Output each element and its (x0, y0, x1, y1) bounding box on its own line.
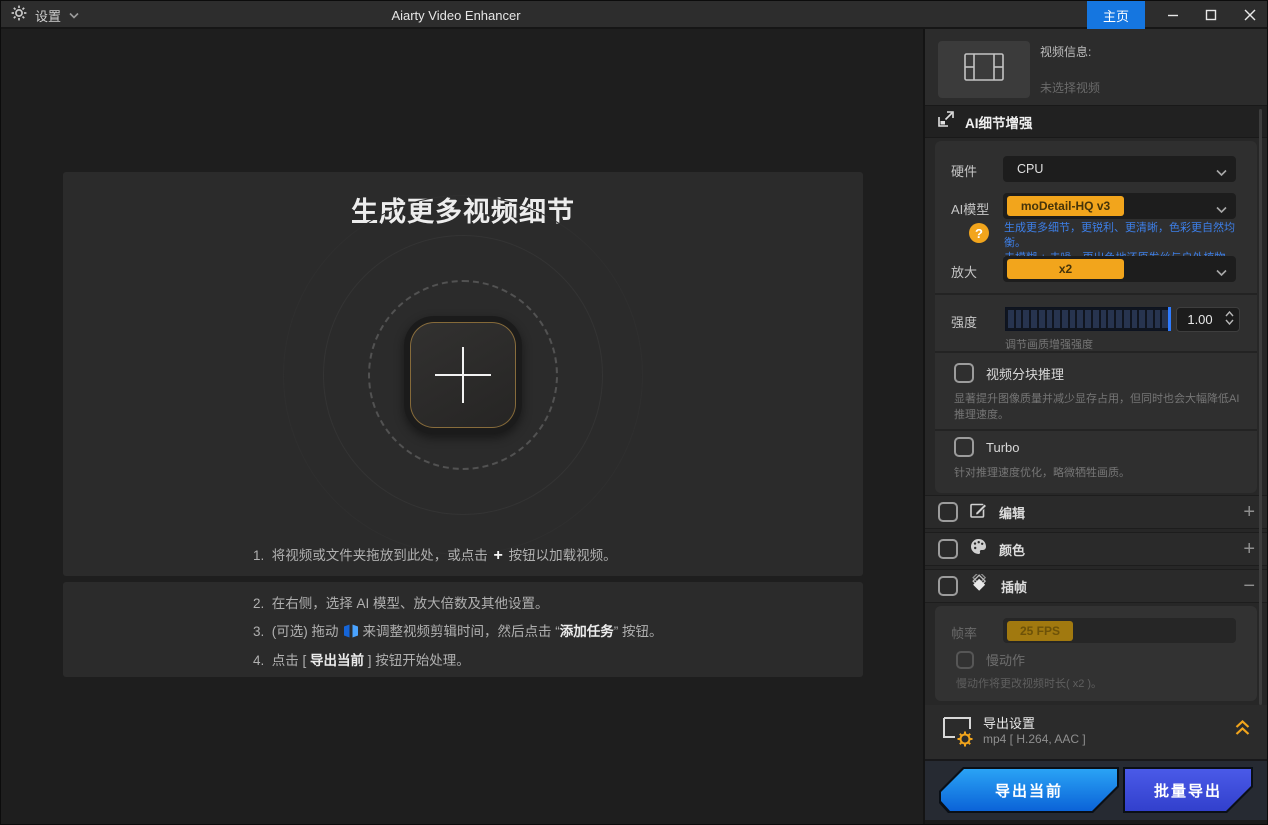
strength-value-box[interactable]: 1.00 (1176, 307, 1240, 332)
export-batch-button-shell: 批量导出 (1123, 767, 1253, 813)
color-expand-button[interactable]: + (1243, 539, 1255, 559)
app-window: 设置 Aiarty Video Enhancer 主页 生成更多视频细节 (0, 0, 1268, 825)
ai-model-select[interactable]: moDetail-HQ v3 (1003, 193, 1236, 219)
scale-label: 放大 (951, 262, 977, 281)
slowmo-row: 慢动作 (956, 650, 1025, 669)
interp-collapse-button[interactable]: − (1243, 576, 1255, 596)
export-monitor-gear-icon (941, 715, 977, 754)
ai-model-value-pill: moDetail-HQ v3 (1007, 196, 1124, 216)
inline-plus-icon: + (492, 547, 505, 564)
trim-handles-icon (343, 624, 359, 641)
instruction-step-1: 1. 将视频或文件夹拖放到此处，或点击 + 按钮以加载视频。 (253, 544, 617, 565)
model-help-icon[interactable]: ? (969, 223, 989, 243)
main-area: 生成更多视频细节 1. 将视频或文件夹拖放到此处，或点击 + 按钮以加载视频。 … (1, 31, 921, 825)
hardware-label: 硬件 (951, 161, 977, 180)
stepper-down-icon (1225, 319, 1234, 325)
interp-label: 插帧 (1001, 577, 1027, 596)
video-info-empty: 未选择视频 (1040, 79, 1100, 96)
minimize-button[interactable] (1154, 1, 1192, 29)
export-current-button-shell: 导出当前 (939, 767, 1119, 813)
sidebar-scrollbar[interactable] (1259, 109, 1262, 705)
strength-label: 强度 (951, 312, 977, 331)
strength-stepper[interactable] (1225, 311, 1234, 325)
steps-panel: 2. 在右侧，选择 AI 模型、放大倍数及其他设置。 3. (可选) 拖动来调整… (63, 582, 863, 677)
interp-checkbox[interactable] (938, 576, 958, 596)
scale-value-pill: x2 (1007, 259, 1124, 279)
home-button[interactable]: 主页 (1087, 1, 1145, 29)
turbo-label: Turbo (986, 440, 1019, 455)
palette-icon (969, 537, 988, 561)
divider (935, 351, 1257, 353)
chevron-down-icon (1216, 201, 1227, 219)
strength-value: 1.00 (1177, 308, 1223, 331)
sidebar: 视频信息: 未选择视频 AI细节增强 硬件 CPU AI模型 moDetail-… (923, 29, 1268, 825)
chevron-down-icon (1216, 264, 1227, 282)
edit-expand-button[interactable]: + (1243, 502, 1255, 522)
export-settings-title: 导出设置 (983, 713, 1035, 732)
divider (935, 293, 1257, 295)
film-frame-icon (964, 53, 1004, 86)
app-title: Aiarty Video Enhancer (1, 1, 911, 29)
frames-layers-icon (969, 574, 990, 599)
fps-select[interactable]: 25 FPS (1003, 618, 1236, 643)
edit-checkbox[interactable] (938, 502, 958, 522)
double-chevron-up-icon[interactable] (1234, 719, 1251, 742)
export-current-button[interactable]: 导出当前 (941, 769, 1117, 811)
slowmo-checkbox[interactable] (956, 651, 974, 669)
tile-inference-row: 视频分块推理 (954, 363, 1064, 383)
divider (935, 429, 1257, 431)
hardware-select[interactable]: CPU (1003, 156, 1236, 182)
strength-slider[interactable] (1005, 307, 1171, 331)
color-section-row[interactable]: 颜色 + (925, 532, 1268, 566)
scale-select[interactable]: x2 (1003, 256, 1236, 282)
ai-enhance-card: 硬件 CPU AI模型 moDetail-HQ v3 ? 生成更多细节，更锐利、… (935, 141, 1257, 493)
edit-label: 编辑 (999, 503, 1025, 522)
color-label: 颜色 (999, 540, 1025, 559)
video-thumbnail-placeholder (938, 41, 1030, 98)
upscale-expand-icon (937, 110, 955, 133)
interp-settings-card: 帧率 25 FPS 慢动作 慢动作将更改视频时长( x2 )。 (935, 606, 1257, 701)
ai-model-label: AI模型 (951, 199, 989, 218)
export-batch-button[interactable]: 批量导出 (1125, 769, 1251, 811)
export-format: mp4 [ H.264, AAC ] (983, 732, 1086, 746)
instruction-step-2: 2. 在右侧，选择 AI 模型、放大倍数及其他设置。 (253, 592, 549, 612)
fps-value-pill: 25 FPS (1007, 621, 1073, 641)
titlebar: 设置 Aiarty Video Enhancer 主页 (1, 1, 1268, 29)
edit-section-row[interactable]: 编辑 + (925, 495, 1268, 529)
drop-panel[interactable]: 生成更多视频细节 1. 将视频或文件夹拖放到此处，或点击 + 按钮以加载视频。 (63, 172, 863, 576)
tile-inference-checkbox[interactable] (954, 363, 974, 383)
ai-enhance-section-header: AI细节增强 (925, 105, 1268, 138)
fps-label: 帧率 (951, 623, 977, 642)
video-info-block: 视频信息: 未选择视频 (925, 29, 1268, 105)
export-settings-block[interactable]: 导出设置 mp4 [ H.264, AAC ] (925, 705, 1268, 759)
export-buttons-bar: 导出当前 批量导出 (925, 761, 1268, 820)
window-bottom-strip (925, 820, 1268, 825)
edit-icon (969, 500, 988, 524)
color-checkbox[interactable] (938, 539, 958, 559)
slowmo-caption: 慢动作将更改视频时长( x2 )。 (956, 676, 1246, 692)
hardware-value: CPU (1017, 156, 1043, 182)
interp-section-row[interactable]: 插帧 − (925, 569, 1268, 603)
add-video-button[interactable] (404, 316, 522, 434)
turbo-checkbox[interactable] (954, 437, 974, 457)
tile-inference-label: 视频分块推理 (986, 364, 1064, 383)
stepper-up-icon (1225, 311, 1234, 317)
close-button[interactable] (1231, 1, 1268, 29)
turbo-caption: 针对推理速度优化，略微牺牲画质。 (954, 465, 1246, 481)
ai-enhance-title: AI细节增强 (965, 112, 1033, 132)
maximize-button[interactable] (1192, 1, 1230, 29)
instruction-step-4: 4. 点击 [ 导出当前 ] 按钮开始处理。 (253, 649, 470, 669)
tile-inference-caption: 显著提升图像质量并减少显存占用，但同时也会大幅降低AI推理速度。 (954, 391, 1246, 423)
chevron-down-icon (1216, 164, 1227, 182)
slowmo-label: 慢动作 (986, 650, 1025, 669)
turbo-row: Turbo (954, 437, 1019, 457)
strength-slider-handle[interactable] (1168, 307, 1171, 331)
video-info-title: 视频信息: (1040, 43, 1091, 60)
plus-icon (410, 322, 516, 428)
instruction-step-3: 3. (可选) 拖动来调整视频剪辑时间，然后点击 “添加任务” 按钮。 (253, 620, 663, 641)
